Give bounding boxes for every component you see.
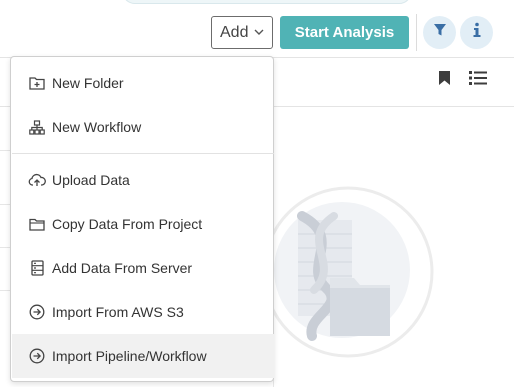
folder-icon — [28, 215, 46, 233]
list-view-icon — [469, 71, 487, 89]
app-stage: Add Start Analysis New Folder New Workfl… — [0, 0, 514, 387]
start-analysis-button[interactable]: Start Analysis — [280, 16, 409, 49]
server-icon — [28, 259, 46, 277]
menu-item-import-pipeline-workflow[interactable]: Import Pipeline/Workflow — [12, 334, 274, 378]
menu-item-label: Upload Data — [52, 172, 130, 188]
menu-item-import-from-aws-s3[interactable]: Import From AWS S3 — [12, 290, 274, 334]
arrow-circle-right-icon — [28, 347, 46, 365]
info-button[interactable] — [460, 16, 493, 49]
menu-item-add-data-from-server[interactable]: Add Data From Server — [12, 246, 274, 290]
bookmark-icon — [438, 71, 451, 90]
menu-item-upload-data[interactable]: Upload Data — [12, 158, 274, 202]
menu-item-label: New Folder — [52, 75, 124, 91]
menu-item-label: Import Pipeline/Workflow — [52, 348, 207, 364]
empty-state-illustration — [262, 186, 434, 363]
new-folder-icon — [28, 74, 46, 92]
info-icon — [470, 22, 484, 43]
menu-item-copy-data-from-project[interactable]: Copy Data From Project — [12, 202, 274, 246]
filter-button[interactable] — [423, 16, 456, 49]
bookmark-button[interactable] — [438, 70, 451, 91]
add-button-label: Add — [220, 23, 249, 41]
menu-item-new-folder[interactable]: New Folder — [12, 61, 274, 105]
workflow-icon — [28, 118, 46, 136]
menu-item-label: New Workflow — [52, 119, 142, 135]
list-view-button[interactable] — [469, 71, 487, 90]
add-dropdown-menu: New Folder New Workflow Upload Data Copy… — [10, 56, 274, 382]
cloud-upload-icon — [28, 171, 46, 189]
menu-item-new-workflow[interactable]: New Workflow — [12, 105, 274, 149]
menu-item-label: Import From AWS S3 — [52, 304, 184, 320]
top-search-pill[interactable] — [122, 0, 412, 4]
menu-divider — [12, 153, 274, 154]
chevron-down-icon — [254, 29, 264, 36]
filter-icon — [433, 23, 447, 42]
add-dropdown-button[interactable]: Add — [211, 16, 273, 49]
menu-item-label: Add Data From Server — [52, 260, 193, 276]
start-analysis-label: Start Analysis — [294, 24, 395, 41]
menu-item-label: Copy Data From Project — [52, 216, 203, 232]
arrow-circle-right-icon — [28, 303, 46, 321]
toolbar-divider — [416, 14, 417, 51]
